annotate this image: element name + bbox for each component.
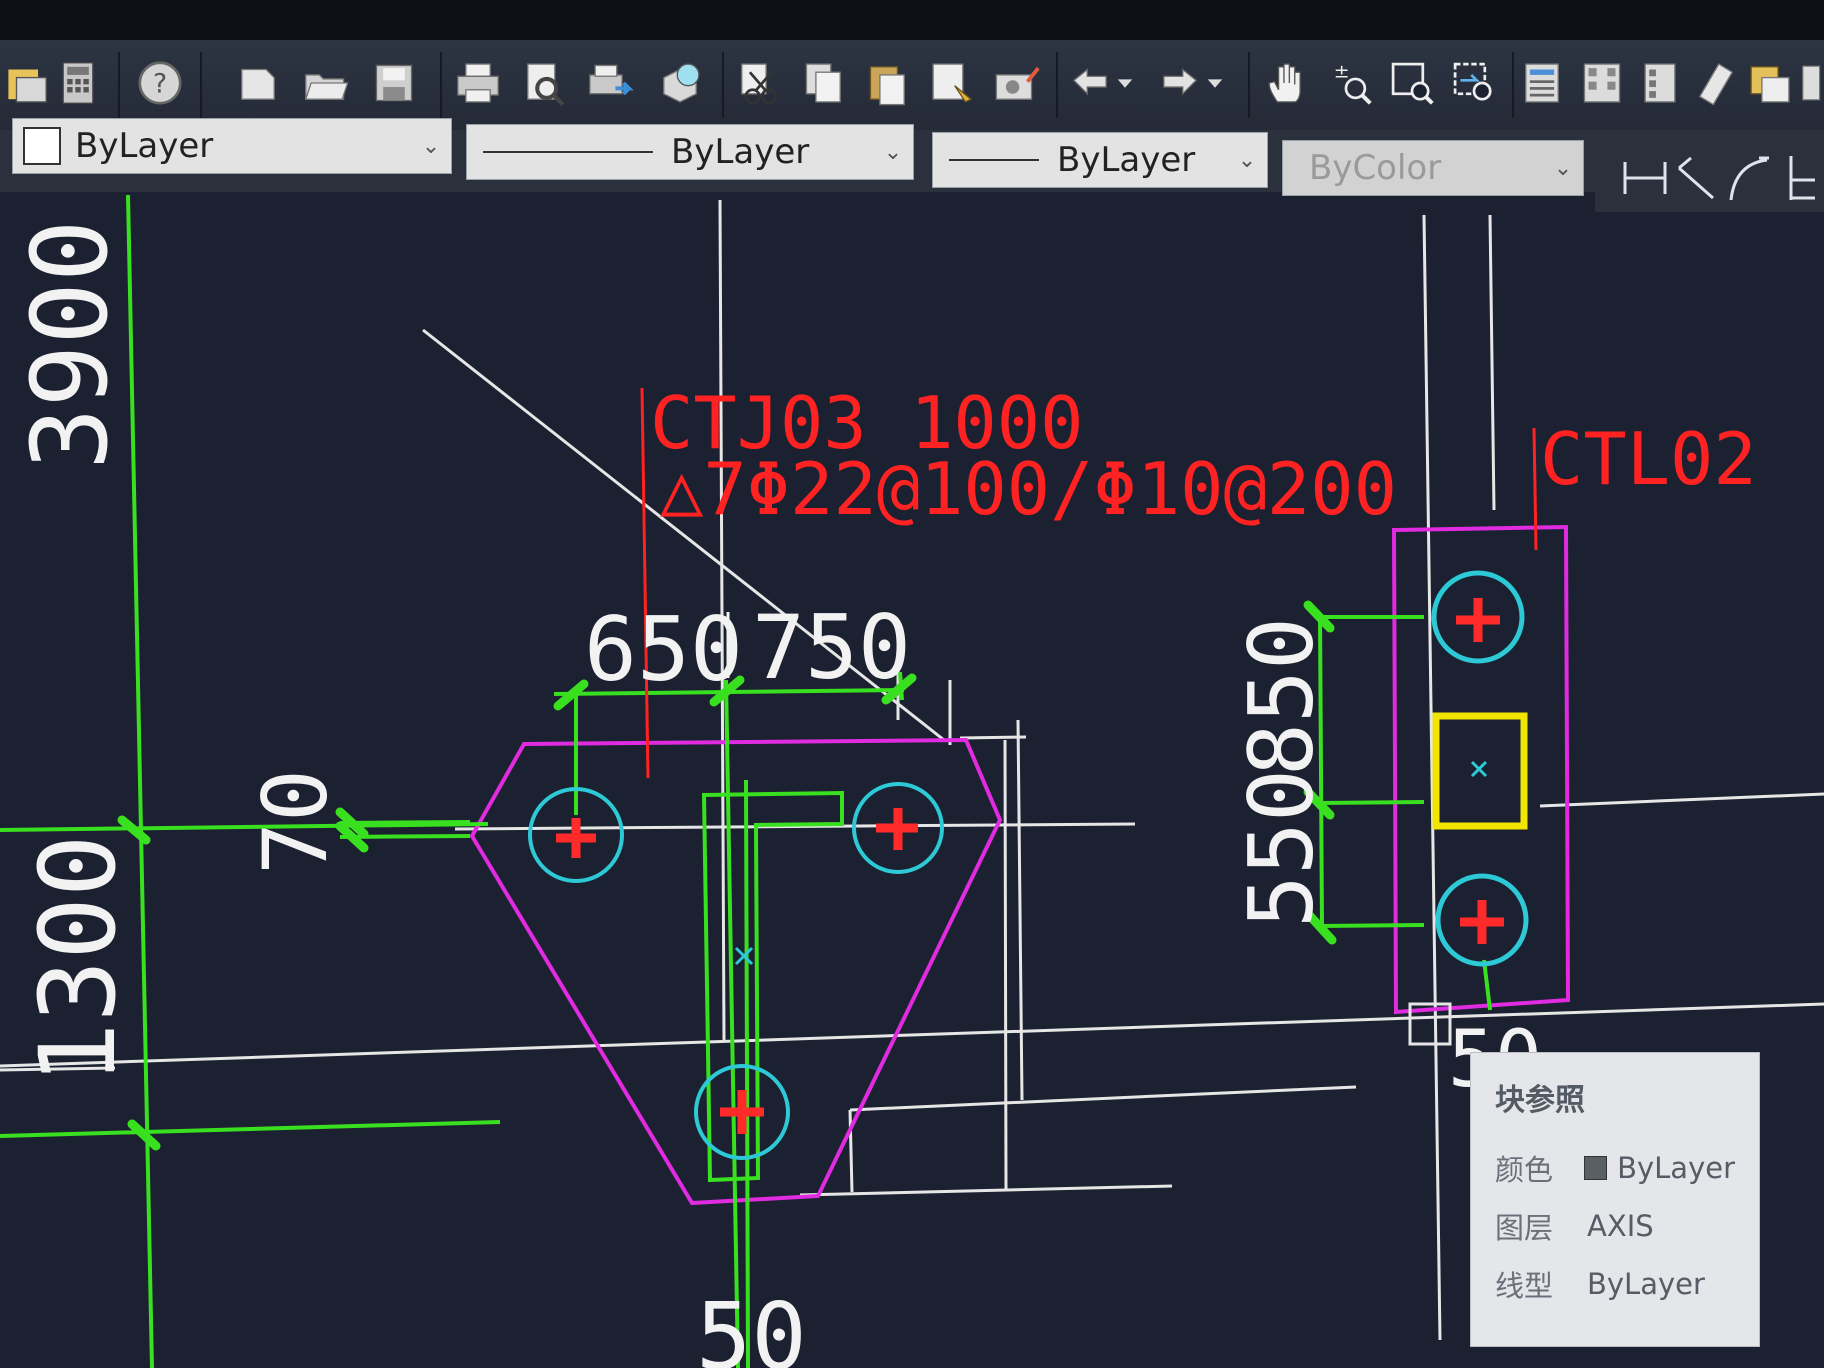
design-center-icon[interactable] [1572,52,1632,114]
tooltip-color-row: 颜色 ByLayer [1495,1139,1735,1197]
plotstyle-control[interactable]: ByColor ⌄ [1282,140,1584,196]
dim-50-bottom: 50 [696,1283,807,1368]
new-icon[interactable] [228,52,288,114]
tool-palettes-icon[interactable] [1630,52,1690,114]
dim-3900: 3900 [9,220,131,470]
print-icon[interactable] [448,52,508,114]
chevron-down-icon[interactable]: ⌄ [411,134,451,159]
tooltip-title: 块参照 [1495,1083,1585,1118]
layer-label: 图层 [1495,1211,1554,1245]
help-icon[interactable]: ? [130,52,190,114]
linetype-control[interactable]: ByLayer ⌄ [466,124,914,180]
chevron-down-icon[interactable]: ⌄ [873,140,913,165]
ordinate-dimension-icon[interactable] [1789,156,1815,200]
color-value: ByLayer [75,126,214,166]
dim-550: 550 [1230,769,1333,928]
color-swatch-icon [23,127,61,165]
pile[interactable] [1431,570,1525,664]
print-preview-icon[interactable] [514,52,574,114]
layer-value: AXIS [1587,1209,1654,1243]
open-icon[interactable] [296,52,356,114]
save-icon[interactable] [364,52,424,114]
insertion-point-icon [1470,760,1488,778]
arc-length-icon[interactable] [1729,156,1769,201]
pile-cap-ctj03[interactable] [469,737,1003,1206]
sheet-set-icon[interactable] [1686,52,1746,114]
match-properties-icon[interactable] [922,52,982,114]
pile[interactable] [852,782,944,874]
zoom-realtime-icon[interactable]: ± [1320,52,1380,114]
dim-750: 750 [752,596,911,699]
calc-icon[interactable] [1796,52,1824,114]
color-label: 颜色 [1495,1153,1554,1187]
linetype-value: ByLayer [1587,1267,1705,1301]
lineweight-value: ByLayer [1057,140,1196,180]
linetype-value: ByLayer [671,132,810,172]
plotstyle-value: ByColor [1309,148,1442,188]
dim-1300: 1300 [17,835,139,1085]
lineweight-control[interactable]: ByLayer ⌄ [932,132,1268,188]
properties-icon[interactable] [1512,52,1572,114]
redo-dropdown-icon[interactable] [1200,52,1230,114]
zoom-window-icon[interactable] [1382,52,1442,114]
paste-icon[interactable] [858,52,918,114]
dim-650: 650 [584,598,743,701]
pan-icon[interactable] [1258,52,1318,114]
svg-text:?: ? [153,68,167,99]
publish-icon[interactable] [580,52,640,114]
monitor-bezel [0,0,1824,40]
block-reference-tooltip: 块参照 颜色 ByLayer 图层 AXIS 线型 ByLayer [1470,1052,1760,1347]
render-icon[interactable] [650,52,710,114]
undo-dropdown-icon[interactable] [1110,52,1140,114]
chevron-down-icon[interactable]: ⌄ [1543,156,1583,181]
pile[interactable] [1435,873,1529,967]
ctl02-label[interactable]: CTL02 [1540,417,1757,501]
linetype-preview [483,151,653,153]
copy-icon[interactable] [794,52,854,114]
chevron-down-icon[interactable]: ⌄ [1227,148,1267,173]
dim-850: 850 [1230,617,1333,776]
linear-dimension-icon[interactable] [1623,162,1667,194]
tooltip-linetype-row: 线型 ByLayer [1495,1255,1735,1313]
calculator-icon[interactable] [48,52,108,114]
insertion-point-icon [734,946,754,966]
lineweight-preview [949,159,1039,161]
color-control[interactable]: ByLayer ⌄ [12,118,452,174]
linetype-label: 线型 [1495,1269,1554,1303]
block-editor-icon[interactable] [988,52,1048,114]
cad-screen: { "properties": { "color": "ByLayer", "l… [0,0,1824,1368]
ctj03-rebar-label[interactable]: △7Φ22@100/Φ10@200 [660,447,1397,531]
zoom-previous-icon[interactable] [1444,52,1504,114]
markup-icon[interactable] [1740,52,1800,114]
svg-text:±: ± [1334,61,1350,83]
tooltip-layer-row: 图层 AXIS [1495,1197,1735,1255]
color-value: ByLayer [1617,1151,1735,1185]
dim-70: 70 [244,769,347,875]
cut-icon[interactable] [728,52,788,114]
color-swatch-icon [1583,1156,1608,1180]
aligned-dimension-icon[interactable] [1678,156,1714,200]
